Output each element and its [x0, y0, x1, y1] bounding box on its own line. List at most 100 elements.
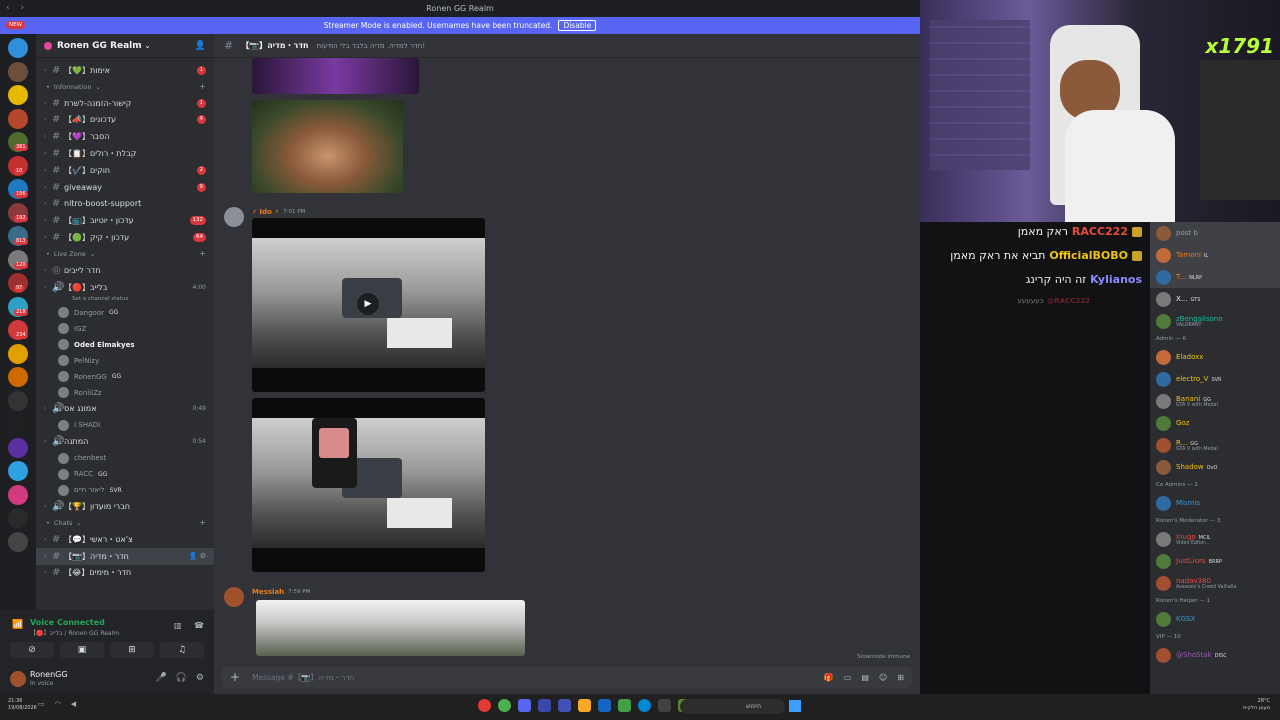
server-icon[interactable]: 381	[8, 132, 28, 152]
voice-user[interactable]: PelNizy	[36, 353, 214, 369]
app-icon[interactable]	[658, 699, 671, 712]
server-icon[interactable]	[8, 108, 28, 129]
nav-arrows[interactable]: ‹ ›	[6, 3, 28, 13]
channel-item[interactable]: › # 【📣】עדכונים 4	[36, 112, 214, 129]
server-icon[interactable]: 192	[8, 202, 28, 223]
category-header[interactable]: • Live Zone ⌄ +	[36, 246, 214, 262]
attach-plus-icon[interactable]: +	[230, 670, 240, 684]
member-item[interactable]: post b	[1150, 222, 1280, 244]
video-attachment-1[interactable]: ▶	[252, 218, 485, 392]
channel-item[interactable]: › # 【💬】צ'אט・ראשי	[36, 531, 214, 548]
channel-item[interactable]: › # giveaway 9	[36, 179, 214, 196]
voice-channel-info[interactable]: 【🔴】בלייב / Ronen GG Realm	[30, 628, 119, 637]
stage-channel[interactable]: › ◎ חדר לייבים	[36, 262, 214, 279]
avatar[interactable]	[10, 671, 26, 687]
folder-icon[interactable]	[578, 699, 591, 712]
member-item[interactable]: Eladoxx	[1150, 346, 1280, 368]
video-attachment-2[interactable]	[252, 398, 485, 572]
voice-user[interactable]: RonenGG GG	[36, 369, 214, 385]
disconnect-icon[interactable]: ☎	[194, 621, 204, 630]
discord-icon[interactable]	[518, 699, 531, 712]
server-icon[interactable]	[8, 367, 28, 387]
member-item[interactable]: Banani GG GTA V with Medal	[1150, 390, 1280, 412]
gift-icon[interactable]: 🎁	[824, 673, 834, 682]
app-icon[interactable]	[478, 699, 491, 712]
server-icon[interactable]: 234	[8, 320, 28, 340]
channel-topic[interactable]: חדר למדיה. מדיה בלבד בלי הודעות!	[317, 42, 426, 50]
volume-icon[interactable]: ◀	[71, 700, 76, 708]
voice-channel[interactable]: › 🔊 המתנה 0:54	[36, 433, 214, 450]
message-input[interactable]: Message #【📷】חדר・מדיה	[252, 672, 354, 683]
taskbar-clock[interactable]: 21:36 19/08/2026	[8, 698, 37, 712]
channel-item[interactable]: › # 【😂】חדר・מימים	[36, 565, 214, 582]
gear-icon[interactable]: ⚙	[196, 673, 204, 683]
noise-suppression-icon[interactable]: ▥	[174, 621, 182, 630]
channel-item[interactable]: › # 【💜】הסבר	[36, 128, 214, 145]
member-item[interactable]: nadav380 Assassin's Creed Valhalla	[1150, 572, 1280, 594]
gif-icon[interactable]: ▭	[844, 673, 852, 682]
server-icon[interactable]	[8, 61, 28, 82]
server-icon[interactable]: 120	[8, 249, 28, 270]
member-item[interactable]: Goz	[1150, 412, 1280, 434]
add-member-icon[interactable]: 👤	[195, 41, 206, 51]
member-item[interactable]: Tamoni IL	[1150, 244, 1280, 266]
member-item[interactable]: R... GG GTA V with Medal	[1150, 434, 1280, 456]
category-header[interactable]: • Information ⌄ +	[36, 79, 214, 95]
app-icon[interactable]	[538, 699, 551, 712]
windows-start-icon[interactable]	[789, 700, 801, 712]
channel-item[interactable]: › # 【✔️】חוקים 2	[36, 162, 214, 179]
server-icon[interactable]: 218	[8, 296, 28, 317]
voice-user[interactable]: IGZ	[36, 321, 214, 337]
server-icon[interactable]	[8, 484, 28, 505]
channel-item[interactable]: › # 【🟢】עדכון・קיק 64	[36, 229, 214, 246]
voice-channel[interactable]: › 🔊 【🔴】בלייב 4:00	[36, 279, 214, 296]
channel-item[interactable]: › # 【📷】חדר・מדיה 👤 ⚙	[36, 547, 214, 565]
member-item[interactable]: electro_V SVR	[1150, 368, 1280, 390]
member-item[interactable]: @ShoStak DISC	[1150, 644, 1280, 666]
steam-icon[interactable]	[598, 699, 611, 712]
member-item[interactable]: KGSX	[1150, 608, 1280, 630]
voice-user[interactable]: Oded Elmakyes	[36, 337, 214, 353]
voice-channel[interactable]: › 🔊 【🏆】חברי מועדון	[36, 498, 214, 515]
voice-user[interactable]: RACC GG	[36, 466, 214, 482]
soundboard-button[interactable]: ♫	[160, 642, 204, 658]
avatar[interactable]	[224, 587, 244, 607]
message-composer[interactable]: + Message #【📷】חדר・מדיה 🎁 ▭ ▤ ☺ ⊞	[222, 666, 912, 688]
voice-user[interactable]: ליאור חיים SVR	[36, 482, 214, 498]
voice-status[interactable]: Voice Connected	[30, 618, 105, 627]
message-author[interactable]: ⚡ Ido ⚡	[252, 208, 279, 216]
channel-item[interactable]: › # קישור-הזמנה-לשרת 1	[36, 95, 214, 112]
server-icon[interactable]	[8, 38, 28, 58]
user-name[interactable]: RonenGG	[30, 670, 68, 679]
headphones-icon[interactable]: 🎧	[176, 673, 187, 683]
app-icon[interactable]	[618, 699, 631, 712]
taskbar-search[interactable]: חיפוש	[680, 699, 785, 714]
screen-share-button[interactable]: ▣	[60, 642, 104, 658]
server-icon[interactable]	[8, 414, 28, 434]
member-item[interactable]: Shadow OvO	[1150, 456, 1280, 478]
voice-user[interactable]: I SHADI	[36, 417, 214, 433]
server-icon[interactable]: 97	[8, 273, 28, 293]
app-icon[interactable]	[558, 699, 571, 712]
activities-button[interactable]: ⊞	[110, 642, 154, 658]
voice-channel[interactable]: › 🔊 אמונג אס 0:49	[36, 401, 214, 418]
category-header[interactable]: • Chats ⌄ +	[36, 515, 214, 531]
channel-actions[interactable]: 👤 ⚙	[189, 552, 206, 560]
add-channel-icon[interactable]: +	[199, 82, 206, 91]
channel-item[interactable]: › # nitro-boost-support	[36, 196, 214, 213]
chrome-icon[interactable]	[498, 699, 511, 712]
member-item[interactable]: zBengalisonn VALORANT	[1150, 310, 1280, 332]
server-icon[interactable]	[8, 390, 28, 411]
microphone-icon[interactable]: 🎤	[155, 673, 166, 683]
channel-item[interactable]: › # 【📋】קבלת・רולים	[36, 145, 214, 162]
add-channel-icon[interactable]: +	[199, 518, 206, 527]
emoji-icon[interactable]: ☺	[879, 673, 887, 682]
voice-user[interactable]: RonliiZz	[36, 385, 214, 401]
display-icon[interactable]: ▭	[38, 700, 45, 708]
edge-icon[interactable]	[638, 699, 651, 712]
voice-user[interactable]: Dangoor GG	[36, 305, 214, 321]
weather-widget[interactable]: 28°C מעונן חלקית	[1243, 698, 1270, 712]
server-icon[interactable]	[8, 508, 28, 528]
avatar[interactable]	[224, 207, 244, 227]
server-icon[interactable]: 10	[8, 155, 28, 176]
